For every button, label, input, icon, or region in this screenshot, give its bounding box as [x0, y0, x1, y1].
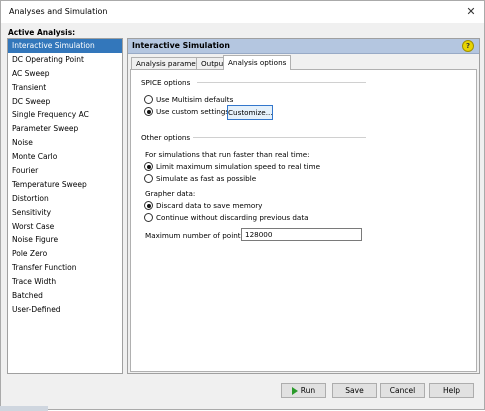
- radio-unchecked-icon: [144, 95, 153, 104]
- analysis-item-dc-sweep[interactable]: DC Sweep: [8, 95, 122, 109]
- close-button[interactable]: ✕: [462, 3, 480, 21]
- discard-data-radio[interactable]: Discard data to save memory: [144, 201, 262, 210]
- radio-checked-icon: [144, 162, 153, 171]
- analysis-item-single-frequency-ac[interactable]: Single Frequency AC: [8, 108, 122, 122]
- analysis-item-noise-figure[interactable]: Noise Figure: [8, 233, 122, 247]
- radio-unchecked-icon: [144, 174, 153, 183]
- cancel-button[interactable]: Cancel: [380, 383, 425, 398]
- analysis-item-temperature-sweep[interactable]: Temperature Sweep: [8, 178, 122, 192]
- panel-header: Interactive Simulation ?: [128, 39, 479, 54]
- analysis-item-noise[interactable]: Noise: [8, 136, 122, 150]
- continue-data-radio[interactable]: Continue without discarding previous dat…: [144, 213, 309, 222]
- run-button[interactable]: Run: [281, 383, 326, 398]
- use-custom-settings-radio[interactable]: Use custom settings: [144, 107, 229, 116]
- taskbar-strip: [0, 406, 48, 411]
- faster-than-realtime-label: For simulations that run faster than rea…: [145, 150, 310, 159]
- discard-data-label: Discard data to save memory: [156, 201, 263, 210]
- radio-checked-icon: [144, 201, 153, 210]
- close-icon: ✕: [466, 5, 476, 18]
- analysis-item-interactive-simulation[interactable]: Interactive Simulation: [8, 39, 122, 53]
- panel-title: Interactive Simulation: [132, 41, 230, 50]
- analysis-item-sensitivity[interactable]: Sensitivity: [8, 206, 122, 220]
- analysis-item-pole-zero[interactable]: Pole Zero: [8, 247, 122, 261]
- analysis-item-distortion[interactable]: Distortion: [8, 192, 122, 206]
- spice-options-group-label: SPICE options: [141, 78, 191, 87]
- use-multisim-defaults-label: Use Multisim defaults: [156, 95, 234, 104]
- help-icon[interactable]: ?: [462, 40, 474, 52]
- other-options-group-label: Other options: [141, 133, 191, 142]
- max-points-label: Maximum number of points:: [145, 231, 247, 240]
- limit-speed-label: Limit maximum simulation speed to real t…: [156, 162, 320, 171]
- spice-options-separator: [197, 82, 366, 83]
- run-button-label: Run: [300, 386, 316, 395]
- analysis-item-monte-carlo[interactable]: Monte Carlo: [8, 150, 122, 164]
- analyses-simulation-dialog: Analyses and Simulation ✕ Active Analysi…: [0, 0, 485, 410]
- analysis-item-transient[interactable]: Transient: [8, 81, 122, 95]
- simulate-fast-label: Simulate as fast as possible: [156, 174, 257, 183]
- simulate-fast-radio[interactable]: Simulate as fast as possible: [144, 174, 256, 183]
- use-multisim-defaults-radio[interactable]: Use Multisim defaults: [144, 95, 233, 104]
- help-button[interactable]: Help: [429, 383, 474, 398]
- analysis-item-trace-width[interactable]: Trace Width: [8, 275, 122, 289]
- analysis-item-batched[interactable]: Batched: [8, 289, 122, 303]
- analysis-item-worst-case[interactable]: Worst Case: [8, 220, 122, 234]
- analysis-item-ac-sweep[interactable]: AC Sweep: [8, 67, 122, 81]
- radio-unchecked-icon: [144, 213, 153, 222]
- analysis-item-fourier[interactable]: Fourier: [8, 164, 122, 178]
- radio-checked-icon: [144, 107, 153, 116]
- analysis-item-transfer-function[interactable]: Transfer Function: [8, 261, 122, 275]
- analysis-item-parameter-sweep[interactable]: Parameter Sweep: [8, 122, 122, 136]
- max-points-input[interactable]: 128000: [241, 228, 362, 241]
- save-button[interactable]: Save: [332, 383, 377, 398]
- analysis-item-dc-operating-point[interactable]: DC Operating Point: [8, 53, 122, 67]
- limit-speed-radio[interactable]: Limit maximum simulation speed to real t…: [144, 162, 320, 171]
- window-title: Analyses and Simulation: [9, 7, 108, 16]
- other-options-separator: [193, 137, 366, 138]
- customize-button[interactable]: Customize...: [227, 105, 273, 120]
- grapher-data-label: Grapher data:: [145, 189, 196, 198]
- active-analysis-label: Active Analysis:: [8, 28, 76, 37]
- run-play-icon: [291, 386, 298, 395]
- use-custom-settings-label: Use custom settings: [156, 107, 230, 116]
- analysis-list[interactable]: Interactive Simulation DC Operating Poin…: [7, 38, 123, 374]
- analysis-panel: Interactive Simulation ? Analysis parame…: [127, 38, 480, 374]
- tab-analysis-options[interactable]: Analysis options: [223, 55, 292, 70]
- analysis-options-content: SPICE options Use Multisim defaults Use …: [130, 69, 477, 372]
- title-bar: Analyses and Simulation ✕: [1, 1, 484, 23]
- continue-data-label: Continue without discarding previous dat…: [156, 213, 309, 222]
- analysis-item-user-defined[interactable]: User-Defined: [8, 303, 122, 317]
